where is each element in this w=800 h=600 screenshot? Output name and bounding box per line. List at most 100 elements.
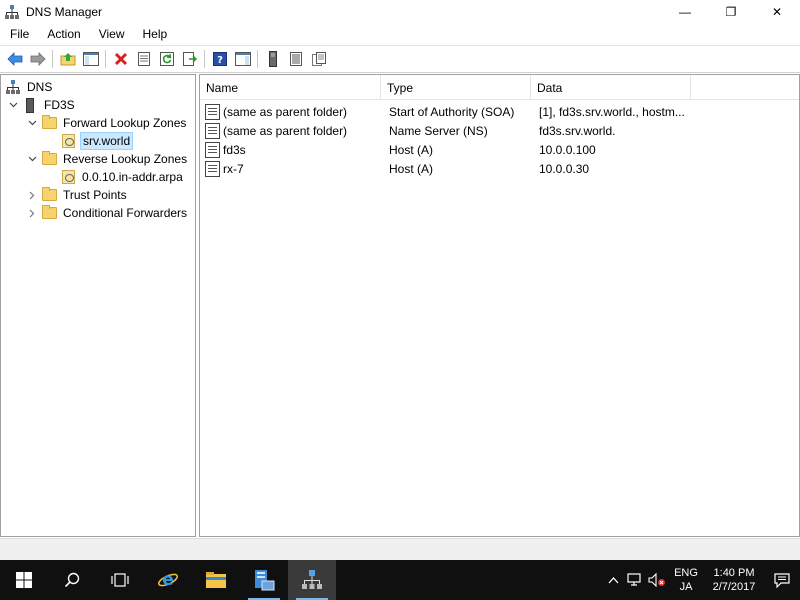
folder-icon xyxy=(41,187,57,203)
svg-text:?: ? xyxy=(217,55,223,66)
tree-item-srv-world[interactable]: srv.world xyxy=(60,132,134,150)
chevron-down-icon[interactable] xyxy=(26,117,38,129)
dns-icon xyxy=(5,79,21,95)
record-data: 10.0.0.30 xyxy=(539,161,590,176)
forward-arrow-icon[interactable] xyxy=(26,48,49,70)
server-manager-icon xyxy=(255,570,275,591)
notification-icon xyxy=(774,572,790,588)
tree-label: Trust Points xyxy=(63,188,127,202)
record-name: (same as parent folder) xyxy=(223,123,348,138)
back-arrow-icon[interactable] xyxy=(3,48,26,70)
task-view-icon xyxy=(111,573,129,587)
menu-file[interactable]: File xyxy=(0,24,38,44)
column-header-type[interactable]: Type xyxy=(381,75,531,100)
taskbar-server-manager[interactable] xyxy=(240,560,288,600)
copy-records-icon[interactable] xyxy=(307,48,330,70)
chevron-right-icon[interactable] xyxy=(26,189,38,201)
record-data: fd3s.srv.world. xyxy=(539,123,616,138)
record-data: 10.0.0.100 xyxy=(539,142,596,157)
toolbar-separator xyxy=(204,50,205,68)
tree-label: 0.0.10.in-addr.arpa xyxy=(82,170,183,184)
tree-item-reverse-lookup-zones[interactable]: Reverse Lookup Zones xyxy=(26,150,189,168)
record-list: Name Type Data (same as parent folder) S… xyxy=(199,74,800,537)
menu-help[interactable]: Help xyxy=(134,24,177,44)
console-tree: DNS FD3S Forward Lookup Zones srv.world … xyxy=(0,74,196,537)
chevron-down-icon[interactable] xyxy=(7,99,19,111)
task-view-button[interactable] xyxy=(96,560,144,600)
menu-action[interactable]: Action xyxy=(38,24,89,44)
delete-icon[interactable] xyxy=(109,48,132,70)
toolbar: ? xyxy=(0,45,800,73)
search-button[interactable] xyxy=(48,560,96,600)
tree-label: Conditional Forwarders xyxy=(63,206,188,220)
menu-view[interactable]: View xyxy=(90,24,134,44)
start-button[interactable] xyxy=(0,560,48,600)
record-icon xyxy=(205,103,220,120)
clock[interactable]: 1:40 PM 2/7/2017 xyxy=(704,566,764,594)
update-server-data-files-icon[interactable] xyxy=(261,48,284,70)
folder-icon xyxy=(41,151,57,167)
column-header-data[interactable]: Data xyxy=(531,75,691,100)
chevron-right-icon[interactable] xyxy=(26,207,38,219)
tree-item-server[interactable]: FD3S xyxy=(7,96,77,114)
network-icon[interactable] xyxy=(624,560,646,600)
chevron-down-icon[interactable] xyxy=(26,153,38,165)
record-name: (same as parent folder) xyxy=(223,104,348,119)
list-item[interactable]: (same as parent folder) Name Server (NS)… xyxy=(200,121,799,140)
volume-muted-icon[interactable] xyxy=(646,560,668,600)
zone-icon xyxy=(60,133,76,149)
folder-icon xyxy=(41,205,57,221)
column-header-name[interactable]: Name xyxy=(200,75,381,100)
tree-label: Forward Lookup Zones xyxy=(63,116,187,130)
minimize-button[interactable]: — xyxy=(662,0,708,24)
taskbar: e ENG JA 1:40 PM 2/7/2017 xyxy=(0,560,800,600)
record-type: Host (A) xyxy=(389,161,434,176)
input-language-indicator[interactable]: ENG JA xyxy=(668,566,704,594)
show-hide-console-tree-icon[interactable] xyxy=(79,48,102,70)
refresh-icon[interactable] xyxy=(155,48,178,70)
svg-text:e: e xyxy=(162,570,174,590)
show-hide-action-pane-icon[interactable] xyxy=(231,48,254,70)
taskbar-internet-explorer[interactable]: e xyxy=(144,560,192,600)
taskbar-dns-manager[interactable] xyxy=(288,560,336,600)
tree-label: Reverse Lookup Zones xyxy=(63,152,188,166)
toolbar-separator xyxy=(105,50,106,68)
record-name: rx-7 xyxy=(223,161,244,176)
record-type: Start of Authority (SOA) xyxy=(389,104,515,119)
tree-item-trust-points[interactable]: Trust Points xyxy=(26,186,129,204)
status-bar xyxy=(0,538,800,560)
record-icon xyxy=(205,122,220,139)
list-item[interactable]: (same as parent folder) Start of Authori… xyxy=(200,102,799,121)
tree-label: FD3S xyxy=(44,98,75,112)
system-tray: ENG JA 1:40 PM 2/7/2017 xyxy=(602,560,800,600)
language-code: ENG xyxy=(674,567,698,579)
windows-logo-icon xyxy=(16,572,32,588)
tree-label: srv.world xyxy=(80,132,134,150)
help-icon[interactable]: ? xyxy=(208,48,231,70)
toolbar-separator xyxy=(257,50,258,68)
tree-item-dns[interactable]: DNS xyxy=(5,78,54,96)
maximize-button[interactable]: ❐ xyxy=(708,0,754,24)
up-folder-icon[interactable] xyxy=(56,48,79,70)
menu-bar: File Action View Help xyxy=(0,24,800,44)
window-title: DNS Manager xyxy=(26,5,103,19)
tree-item-reverse-zone[interactable]: 0.0.10.in-addr.arpa xyxy=(60,168,185,186)
server-icon xyxy=(22,97,38,113)
tree-item-forward-lookup-zones[interactable]: Forward Lookup Zones xyxy=(26,114,188,132)
folder-icon xyxy=(41,115,57,131)
record-type: Host (A) xyxy=(389,142,434,157)
title-bar: DNS Manager — ❐ ✕ xyxy=(0,0,800,24)
file-explorer-icon xyxy=(206,572,226,588)
list-item[interactable]: rx-7 Host (A) 10.0.0.30 xyxy=(200,159,799,178)
keyboard-layout-code: JA xyxy=(679,581,693,593)
properties-icon[interactable] xyxy=(132,48,155,70)
export-list-icon[interactable] xyxy=(178,48,201,70)
show-hidden-icons-chevron-up-icon[interactable] xyxy=(602,560,624,600)
close-button[interactable]: ✕ xyxy=(754,0,800,24)
list-item[interactable]: fd3s Host (A) 10.0.0.100 xyxy=(200,140,799,159)
taskbar-file-explorer[interactable] xyxy=(192,560,240,600)
action-center-button[interactable] xyxy=(764,560,800,600)
record-list-icon[interactable] xyxy=(284,48,307,70)
zone-icon xyxy=(60,169,76,185)
tree-item-conditional-forwarders[interactable]: Conditional Forwarders xyxy=(26,204,189,222)
